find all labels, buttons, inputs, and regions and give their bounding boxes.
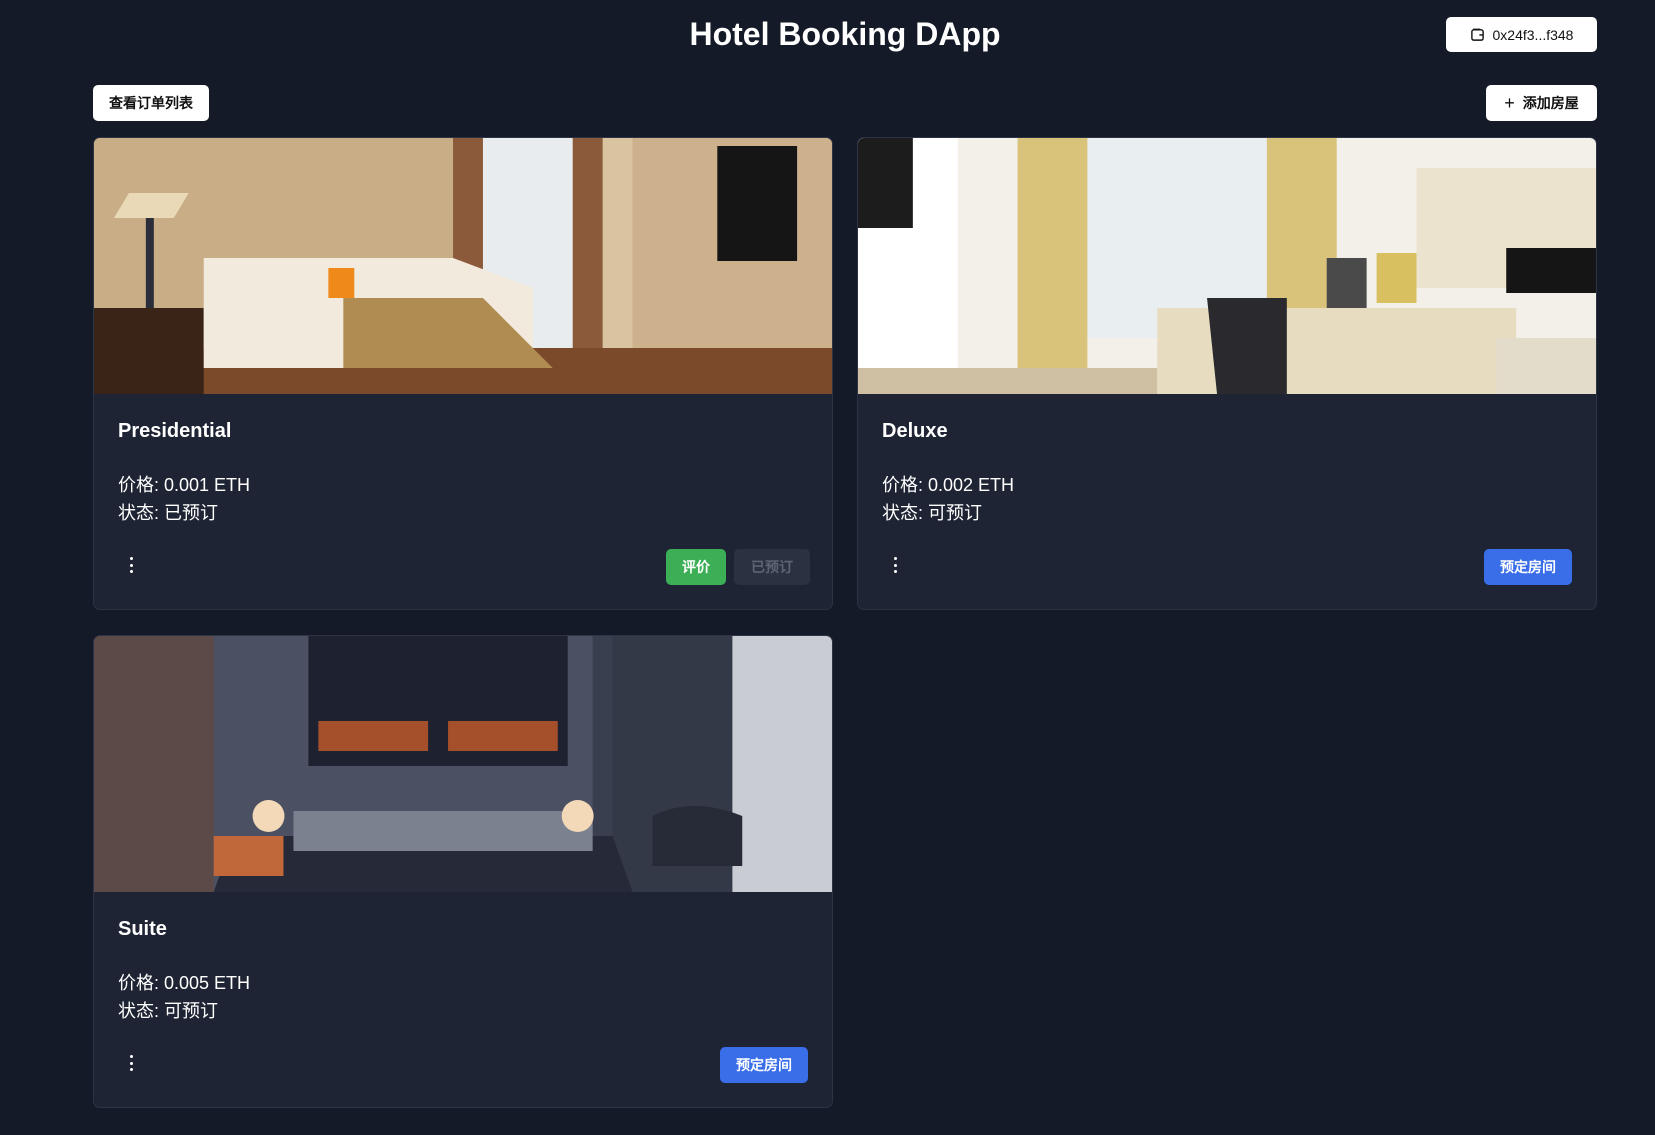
room-price: 价格: 0.005 ETH — [118, 973, 251, 993]
wallet-icon — [1470, 28, 1484, 41]
room-card-suite: Suite 价格: 0.005 ETH 状态: 可预订 预定房间 — [93, 635, 833, 1108]
wallet-address-label: 0x24f3...f348 — [1492, 26, 1574, 43]
room-card-presidential: Presidential 价格: 0.001 ETH 状态: 已预订 评价 已预… — [93, 137, 833, 610]
room-image-presidential — [94, 138, 832, 394]
room-image-suite — [94, 636, 832, 892]
room-price: 价格: 0.002 ETH — [882, 475, 1015, 495]
room-image-deluxe — [858, 138, 1596, 394]
room-price: 价格: 0.001 ETH — [118, 475, 251, 495]
room-status: 状态: 已预订 — [118, 503, 219, 523]
room-status: 状态: 可预订 — [882, 503, 983, 523]
view-orders-button[interactable]: 查看订单列表 — [93, 85, 209, 121]
room-card-deluxe: Deluxe 价格: 0.002 ETH 状态: 可预订 预定房间 — [857, 137, 1597, 610]
book-room-button[interactable]: 预定房间 — [720, 1047, 808, 1083]
booked-button: 已预订 — [734, 549, 810, 585]
room-status: 状态: 可预订 — [118, 1001, 219, 1021]
more-vertical-icon[interactable] — [128, 1055, 134, 1071]
more-vertical-icon[interactable] — [892, 557, 898, 573]
review-button[interactable]: 评价 — [666, 549, 726, 585]
add-room-label: 添加房屋 — [1522, 95, 1579, 111]
app-header: Hotel Booking DApp 0x24f3...f348 — [0, 0, 1655, 70]
more-vertical-icon[interactable] — [128, 557, 134, 573]
room-name: Suite — [118, 918, 167, 940]
room-name: Presidential — [118, 420, 232, 442]
add-room-button[interactable]: + 添加房屋 — [1486, 85, 1597, 121]
app-title: Hotel Booking DApp — [689, 16, 1001, 52]
book-room-button[interactable]: 预定房间 — [1484, 549, 1572, 585]
wallet-address-button[interactable]: 0x24f3...f348 — [1446, 17, 1597, 52]
plus-icon: + — [1504, 93, 1515, 113]
room-name: Deluxe — [882, 420, 948, 442]
